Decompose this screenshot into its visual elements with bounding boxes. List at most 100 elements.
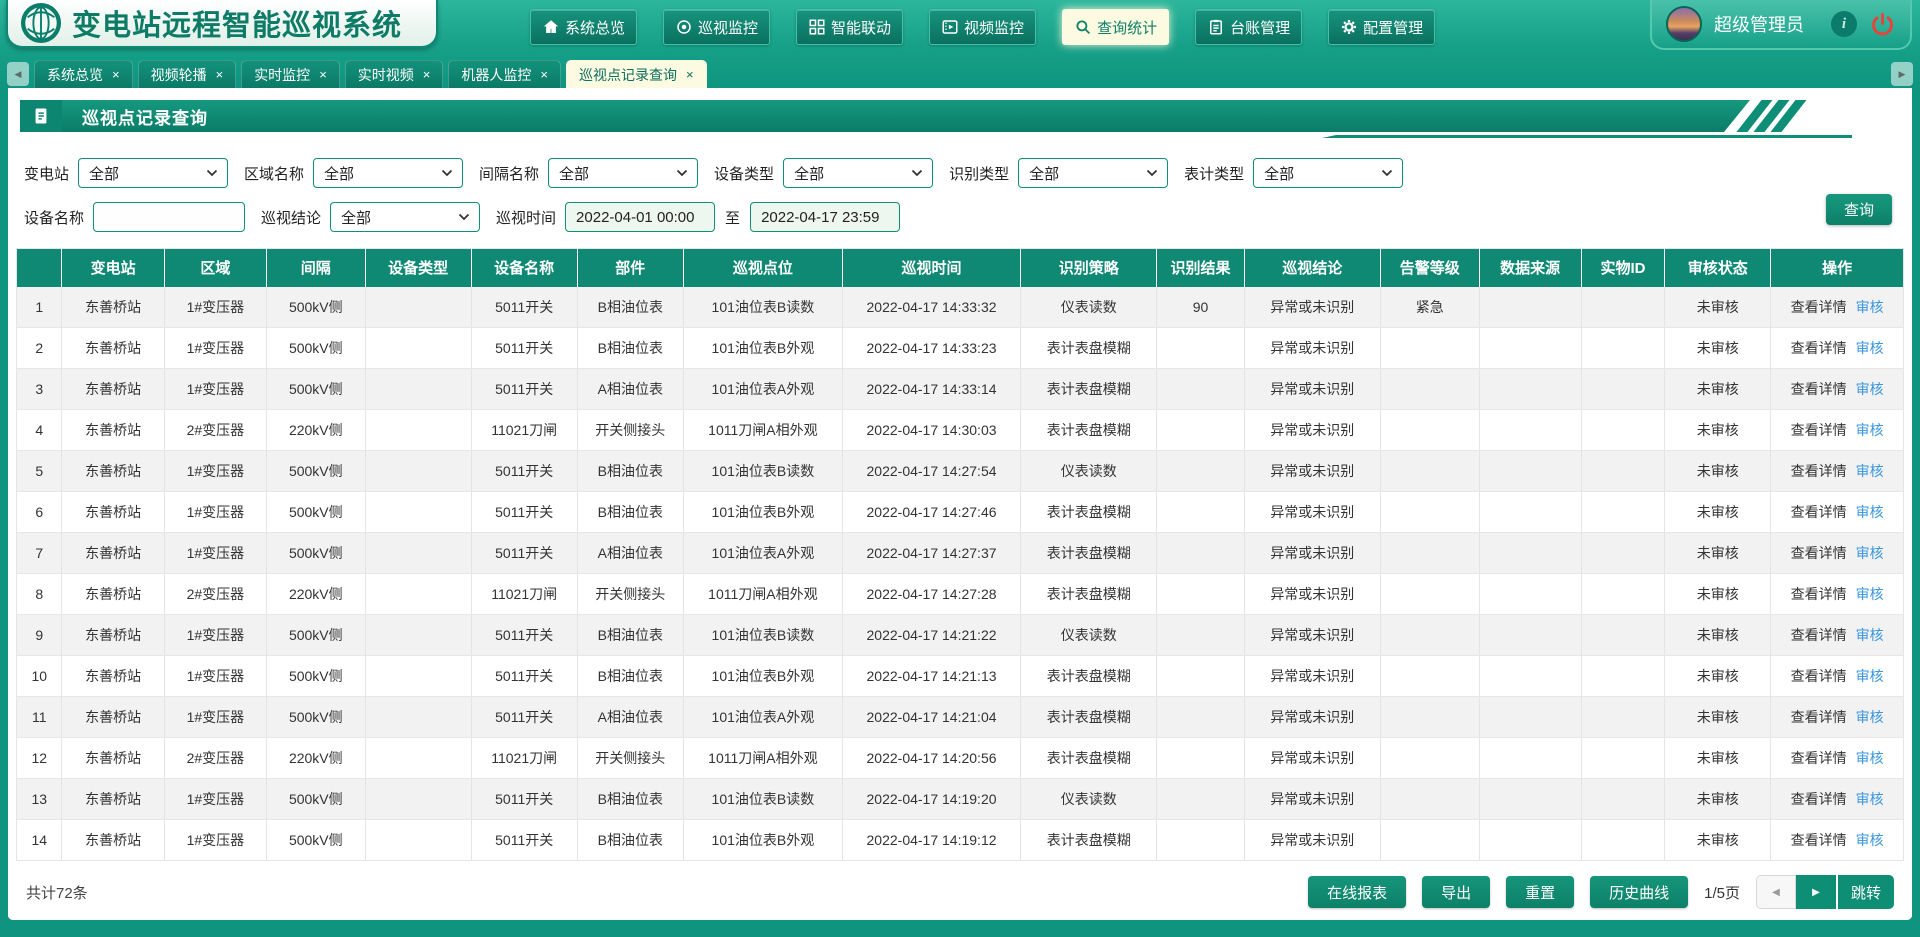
actions-cell: 查看详情审核 — [1771, 656, 1904, 697]
conclusion-select[interactable]: 全部 — [330, 202, 480, 232]
video-icon — [941, 18, 959, 36]
substation-select[interactable]: 全部 — [78, 158, 228, 188]
tab[interactable]: 视频轮播× — [138, 60, 237, 88]
tab-scroll-right-icon[interactable]: ▶ — [1891, 62, 1913, 86]
time-to-input[interactable]: 2022-04-17 23:59 — [750, 202, 900, 232]
table-cell: 东善桥站 — [62, 533, 164, 574]
table-cell: 2022-04-17 14:27:54 — [842, 451, 1020, 492]
tab-close-icon[interactable]: × — [423, 68, 431, 81]
table-cell: 11 — [17, 697, 62, 738]
tab[interactable]: 机器人监控× — [448, 60, 561, 88]
table-cell: 220kV侧 — [267, 574, 366, 615]
view-detail-link[interactable]: 查看详情 — [1791, 627, 1847, 643]
table-cell: 2#变压器 — [164, 574, 266, 615]
device-name-input[interactable] — [93, 202, 245, 232]
table-cell — [1479, 533, 1581, 574]
column-header: 变电站 — [62, 249, 164, 287]
audit-link[interactable]: 审核 — [1856, 299, 1884, 315]
nav-query-statistics-button[interactable]: 查询统计 — [1062, 9, 1169, 45]
view-detail-link[interactable]: 查看详情 — [1791, 422, 1847, 438]
page-indicator: 1/5页 — [1704, 882, 1740, 903]
table-cell: 11021刀闸 — [471, 738, 577, 779]
audit-link[interactable]: 审核 — [1856, 709, 1884, 725]
view-detail-link[interactable]: 查看详情 — [1791, 791, 1847, 807]
tab[interactable]: 系统总览× — [34, 60, 133, 88]
nav-ledger-management-button[interactable]: 台账管理 — [1195, 9, 1302, 45]
view-detail-link[interactable]: 查看详情 — [1791, 463, 1847, 479]
table-cell: 异常或未识别 — [1244, 574, 1380, 615]
device-type-select[interactable]: 全部 — [783, 158, 933, 188]
history-curve-button[interactable]: 历史曲线 — [1590, 876, 1688, 908]
table-cell — [1479, 697, 1581, 738]
table-cell — [1381, 615, 1480, 656]
table-cell: 表计表盘模糊 — [1021, 738, 1157, 779]
tab-close-icon[interactable]: × — [319, 68, 327, 81]
tab-close-icon[interactable]: × — [112, 68, 120, 81]
table-cell: 1#变压器 — [164, 615, 266, 656]
nav-smart-linkage-button[interactable]: 智能联动 — [796, 9, 903, 45]
view-detail-link[interactable]: 查看详情 — [1791, 381, 1847, 397]
area-name-select[interactable]: 全部 — [313, 158, 463, 188]
jump-page-button[interactable]: 跳转 — [1836, 875, 1894, 909]
query-button[interactable]: 查询 — [1826, 194, 1892, 225]
audit-link[interactable]: 审核 — [1856, 627, 1884, 643]
state-grid-logo-icon — [20, 2, 62, 44]
view-detail-link[interactable]: 查看详情 — [1791, 299, 1847, 315]
tab[interactable]: 实时监控× — [241, 60, 340, 88]
avatar[interactable] — [1666, 6, 1702, 42]
view-detail-link[interactable]: 查看详情 — [1791, 750, 1847, 766]
table-cell — [1581, 697, 1664, 738]
audit-link[interactable]: 审核 — [1856, 381, 1884, 397]
table-cell: 3 — [17, 369, 62, 410]
view-detail-link[interactable]: 查看详情 — [1791, 545, 1847, 561]
export-button[interactable]: 导出 — [1422, 876, 1490, 908]
recognition-type-select[interactable]: 全部 — [1018, 158, 1168, 188]
view-detail-link[interactable]: 查看详情 — [1791, 586, 1847, 602]
tab-close-icon[interactable]: × — [686, 68, 694, 81]
table-cell: 东善桥站 — [62, 615, 164, 656]
audit-link[interactable]: 审核 — [1856, 504, 1884, 520]
meter-type-select[interactable]: 全部 — [1253, 158, 1403, 188]
area-name-select-field: 区域名称全部 — [244, 158, 463, 188]
table-cell: 表计表盘模糊 — [1021, 410, 1157, 451]
view-detail-link[interactable]: 查看详情 — [1791, 504, 1847, 520]
nav-video-monitor-button[interactable]: 视频监控 — [929, 9, 1036, 45]
tab-close-icon[interactable]: × — [216, 68, 224, 81]
table-cell: 未审核 — [1665, 738, 1771, 779]
tab-close-icon[interactable]: × — [540, 68, 548, 81]
audit-link[interactable]: 审核 — [1856, 340, 1884, 356]
nav-system-overview-button[interactable]: 系统总览 — [530, 9, 637, 45]
prev-page-button[interactable]: ◀ — [1756, 875, 1796, 909]
view-detail-link[interactable]: 查看详情 — [1791, 832, 1847, 848]
tab[interactable]: 实时视频× — [345, 60, 444, 88]
bay-name-select[interactable]: 全部 — [548, 158, 698, 188]
audit-link[interactable]: 审核 — [1856, 668, 1884, 684]
audit-link[interactable]: 审核 — [1856, 750, 1884, 766]
next-page-button[interactable]: ▶ — [1796, 875, 1836, 909]
table-cell: 4 — [17, 410, 62, 451]
view-detail-link[interactable]: 查看详情 — [1791, 340, 1847, 356]
audit-link[interactable]: 审核 — [1856, 422, 1884, 438]
audit-link[interactable]: 审核 — [1856, 832, 1884, 848]
actions-cell: 查看详情审核 — [1771, 697, 1904, 738]
table-cell: 5011开关 — [471, 451, 577, 492]
view-detail-link[interactable]: 查看详情 — [1791, 709, 1847, 725]
tab-active[interactable]: 巡视点记录查询× — [566, 60, 707, 88]
audit-link[interactable]: 审核 — [1856, 545, 1884, 561]
table-cell — [1479, 574, 1581, 615]
tab-scroll-left-icon[interactable]: ◀ — [7, 62, 29, 86]
logout-power-icon[interactable] — [1869, 11, 1896, 38]
nav-config-management-button[interactable]: 配置管理 — [1328, 9, 1435, 45]
time-from-input[interactable]: 2022-04-01 00:00 — [565, 202, 715, 232]
view-detail-link[interactable]: 查看详情 — [1791, 668, 1847, 684]
audit-link[interactable]: 审核 — [1856, 791, 1884, 807]
reset-button[interactable]: 重置 — [1506, 876, 1574, 908]
info-icon[interactable]: i — [1831, 11, 1857, 37]
substation-select-label: 变电站 — [24, 163, 69, 184]
audit-link[interactable]: 审核 — [1856, 463, 1884, 479]
table-cell — [1381, 533, 1480, 574]
chevron-down-icon — [911, 169, 923, 177]
nav-inspection-monitor-button[interactable]: 巡视监控 — [663, 9, 770, 45]
online-report-button[interactable]: 在线报表 — [1308, 876, 1406, 908]
audit-link[interactable]: 审核 — [1856, 586, 1884, 602]
